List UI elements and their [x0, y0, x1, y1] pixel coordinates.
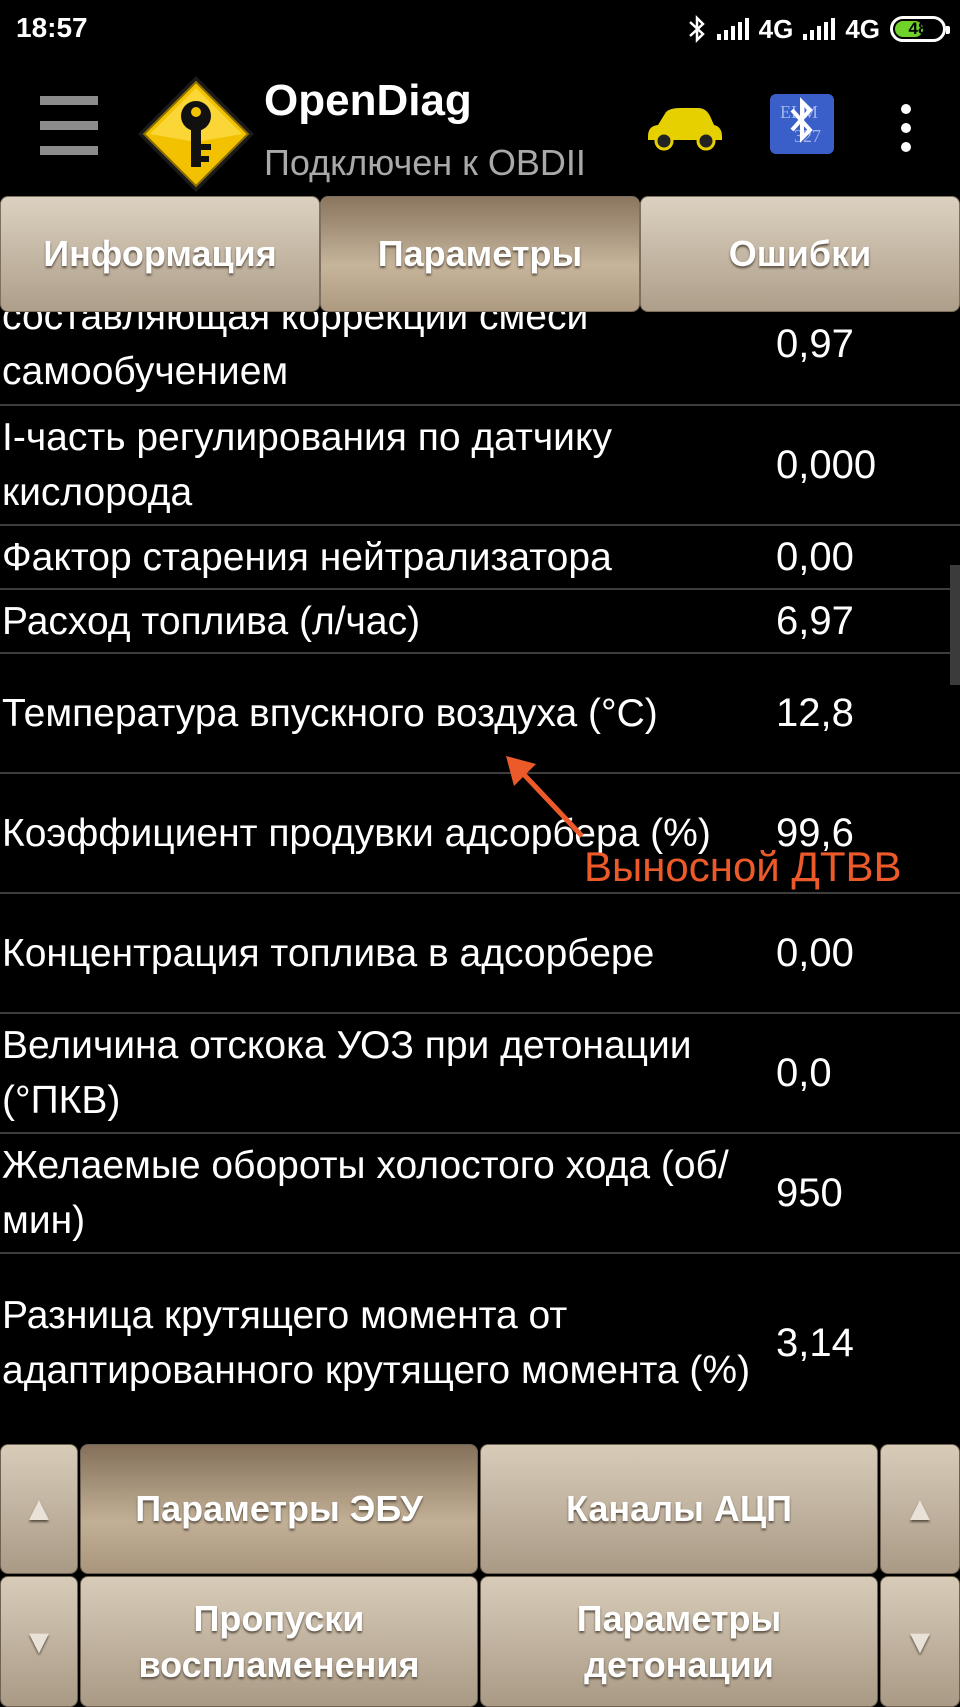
parameter-value: 0,00 [776, 534, 854, 579]
signal-icon-2 [803, 18, 836, 40]
parameter-value: 6,97 [776, 598, 854, 643]
parameter-row[interactable]: I-часть регулирования по датчику кислоро… [0, 406, 960, 526]
parameter-row[interactable]: Расход топлива (л/час) 6,97 [0, 590, 960, 654]
parameter-row[interactable]: Фактор старения нейтрализатора 0,00 [0, 526, 960, 590]
parameter-row[interactable]: Разница крутящего момента от адаптирован… [0, 1254, 960, 1430]
status-bar: 18:57 4G 4G 48 [0, 0, 960, 62]
status-icons: 4G 4G 48 [687, 12, 950, 46]
ecu-params-button[interactable]: Параметры ЭБУ [80, 1444, 478, 1574]
annotation-arrow-icon [506, 756, 584, 838]
scroll-down-button-right[interactable]: ▼ [880, 1576, 960, 1707]
parameter-value: 0,97 [776, 321, 854, 366]
tab-information[interactable]: Информация [0, 196, 320, 312]
scroll-up-button[interactable]: ▲ [0, 1444, 78, 1574]
app-title: OpenDiag [264, 76, 472, 125]
parameter-name: Концентрация топлива в адсорбере [2, 931, 655, 975]
battery-icon: 48 [890, 16, 950, 42]
menu-icon[interactable] [40, 96, 98, 156]
parameter-name: Разница крутящего момента от адаптирован… [2, 1294, 751, 1392]
parameter-value: 0,00 [776, 930, 854, 975]
parameter-name: Фактор старения нейтрализатора [2, 535, 612, 579]
battery-level: 48 [908, 19, 928, 38]
network-type-2: 4G [845, 13, 880, 44]
parameter-value: 0,000 [776, 442, 877, 487]
parameter-row[interactable]: Концентрация топлива в адсорбере 0,00 [0, 894, 960, 1014]
bluetooth-status-icon [688, 14, 705, 44]
tab-errors[interactable]: Ошибки [640, 196, 960, 312]
parameter-row[interactable]: Величина отскока УОЗ при детонации (°ПКВ… [0, 1014, 960, 1134]
network-type-1: 4G [758, 13, 794, 44]
annotation-label: Выносной ДТВВ [584, 843, 902, 890]
tab-parameters[interactable]: Параметры [320, 196, 640, 312]
signal-icon [716, 18, 749, 40]
bluetooth-elm-icon[interactable]: ELM 327 [768, 92, 836, 156]
parameter-name: Величина отскока УОЗ при детонации (°ПКВ… [2, 1024, 692, 1122]
car-icon[interactable] [644, 98, 724, 154]
parameter-row[interactable]: Желаемые обороты холостого хода (об/мин)… [0, 1134, 960, 1254]
parameter-value: 12,8 [776, 690, 854, 735]
parameter-value: 3,14 [776, 1320, 854, 1365]
scroll-down-button[interactable]: ▼ [0, 1576, 78, 1707]
misfires-button[interactable]: Пропуски воспламенения [80, 1576, 478, 1707]
status-time: 18:57 [16, 12, 88, 43]
parameter-name: I-часть регулирования по датчику кислоро… [2, 416, 612, 514]
scroll-up-button-right[interactable]: ▲ [880, 1444, 960, 1574]
parameter-name: Расход топлива (л/час) [2, 599, 421, 643]
parameter-name: составляющая коррекции смеси самообучени… [2, 312, 589, 393]
parameter-value: 0,0 [776, 1050, 832, 1095]
key-logo-icon [138, 76, 254, 192]
parameter-name: Температура впускного воздуха (°C) [2, 691, 658, 735]
parameter-name: Желаемые обороты холостого хода (об/мин) [2, 1144, 729, 1242]
parameter-row[interactable]: Температура впускного воздуха (°C) 12,8 [0, 654, 960, 774]
connection-status: Подключен к OBDII [264, 142, 586, 183]
knock-params-button[interactable]: Параметры детонации [480, 1576, 878, 1707]
overflow-menu-icon[interactable] [892, 104, 920, 152]
adc-channels-button[interactable]: Каналы АЦП [480, 1444, 878, 1574]
app-bar: OpenDiag Подключен к OBDII ELM 327 [0, 62, 960, 192]
parameter-value: 950 [776, 1170, 843, 1215]
scrollbar-thumb[interactable] [950, 565, 960, 685]
parameter-row[interactable]: составляющая коррекции смеси самообучени… [0, 312, 960, 406]
